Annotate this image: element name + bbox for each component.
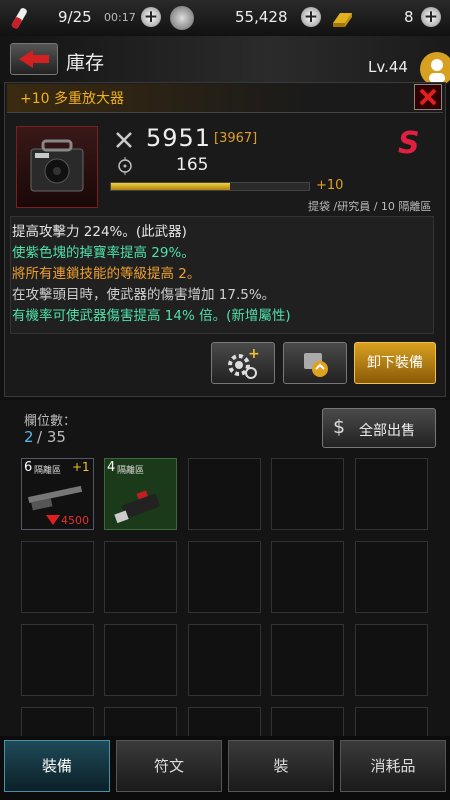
dollar-icon: $ bbox=[333, 416, 346, 438]
energy-timer: 00:17 bbox=[104, 11, 136, 24]
back-button[interactable] bbox=[10, 43, 58, 75]
slots-label: 欄位數： bbox=[24, 414, 77, 429]
stat-line-4: 在攻擊頭目時，使武器的傷害增加 17.5%。 bbox=[12, 287, 276, 303]
stat-line-3: 將所有連鎖技能的等級提高 2。 bbox=[12, 266, 201, 282]
inventory-slot[interactable] bbox=[355, 541, 428, 613]
inventory-slot[interactable] bbox=[271, 541, 344, 613]
unequip-button[interactable]: 卸下裝備 bbox=[354, 342, 436, 384]
usb-drive-icon bbox=[114, 490, 160, 524]
gold-value: 8 bbox=[404, 8, 414, 26]
inventory-slot[interactable] bbox=[188, 541, 261, 613]
inventory-slot[interactable]: 6 隔離區 +1 4500 bbox=[21, 458, 94, 530]
avatar[interactable] bbox=[420, 52, 450, 86]
item-name: +10 多重放大器 bbox=[20, 91, 124, 107]
slots-used: 2 bbox=[24, 428, 34, 446]
inventory-slot[interactable]: 4 隔離區 bbox=[104, 458, 177, 530]
sell-all-label: 全部出售 bbox=[359, 423, 415, 439]
upgrade-progress-fill bbox=[111, 183, 230, 190]
tab-runes[interactable]: 符文 bbox=[116, 740, 222, 792]
item-source: 提袋 /研究員 / 10 隔離區 bbox=[308, 200, 432, 213]
tab-equipment[interactable]: 裝備 bbox=[4, 740, 110, 792]
inventory-slot[interactable] bbox=[271, 458, 344, 530]
coins-value: 55,428 bbox=[235, 8, 288, 26]
inventory-slot[interactable] bbox=[21, 707, 94, 737]
svg-text:+: + bbox=[248, 346, 260, 362]
attack-value: 5951 bbox=[146, 124, 212, 152]
stat-line-1: 提高攻擊力 224%。(此武器) bbox=[12, 224, 187, 240]
upgrade-progress-bar bbox=[110, 182, 310, 191]
sell-all-button[interactable]: $ 全部出售 bbox=[322, 408, 436, 448]
amplifier-icon bbox=[30, 139, 84, 192]
inventory-slot[interactable] bbox=[104, 707, 177, 737]
item-power: 4500 bbox=[61, 514, 89, 527]
inventory-slot[interactable] bbox=[355, 624, 428, 696]
coin-icon bbox=[170, 6, 194, 30]
swords-icon bbox=[114, 130, 134, 150]
crosshair-icon bbox=[116, 157, 134, 175]
inventory-slot[interactable] bbox=[104, 624, 177, 696]
gear-plus-icon: + bbox=[228, 346, 260, 379]
inventory-slot[interactable] bbox=[188, 458, 261, 530]
inventory-slot[interactable] bbox=[104, 541, 177, 613]
inventory-slot[interactable] bbox=[355, 458, 428, 530]
upgrade-level: +10 bbox=[316, 178, 344, 193]
inventory-slot[interactable] bbox=[21, 624, 94, 696]
stat-line-2: 使紫色塊的掉寶率提高 29%。 bbox=[12, 245, 195, 261]
energy-icon bbox=[8, 6, 30, 30]
level-label: Lv.44 bbox=[368, 58, 408, 76]
slots-total: / 35 bbox=[37, 428, 66, 446]
inventory-slot[interactable] bbox=[271, 624, 344, 696]
rarity-badge: S bbox=[398, 126, 420, 161]
enhance-button[interactable]: + bbox=[211, 342, 275, 384]
page-title: 庫存 bbox=[66, 52, 105, 74]
exchange-icon bbox=[304, 353, 328, 377]
accuracy-value: 165 bbox=[176, 155, 209, 175]
gold-bar-icon bbox=[330, 7, 354, 29]
inventory-slot[interactable] bbox=[271, 707, 344, 737]
tab-outfit[interactable]: 裝 bbox=[228, 740, 334, 792]
close-icon bbox=[419, 88, 437, 106]
exchange-button[interactable] bbox=[283, 342, 347, 384]
stat-line-5: 有機率可使武器傷害提高 14% 倍。(新增屬性) bbox=[12, 308, 291, 324]
power-arrow-icon bbox=[46, 515, 60, 525]
attack-bonus: [3967] bbox=[214, 131, 258, 146]
user-icon bbox=[429, 59, 445, 83]
inventory-slot[interactable] bbox=[188, 624, 261, 696]
item-image bbox=[16, 126, 98, 208]
inventory-slot[interactable] bbox=[355, 707, 428, 737]
add-energy-button[interactable]: + bbox=[141, 7, 161, 27]
back-arrow-icon bbox=[19, 50, 49, 68]
tab-consumables[interactable]: 消耗品 bbox=[340, 740, 446, 792]
add-coins-button[interactable]: + bbox=[301, 7, 321, 27]
inventory-slot[interactable] bbox=[21, 541, 94, 613]
inventory-slot[interactable] bbox=[188, 707, 261, 737]
close-button[interactable] bbox=[414, 84, 442, 110]
energy-value: 9/25 bbox=[58, 8, 92, 26]
add-gold-button[interactable]: + bbox=[421, 7, 441, 27]
